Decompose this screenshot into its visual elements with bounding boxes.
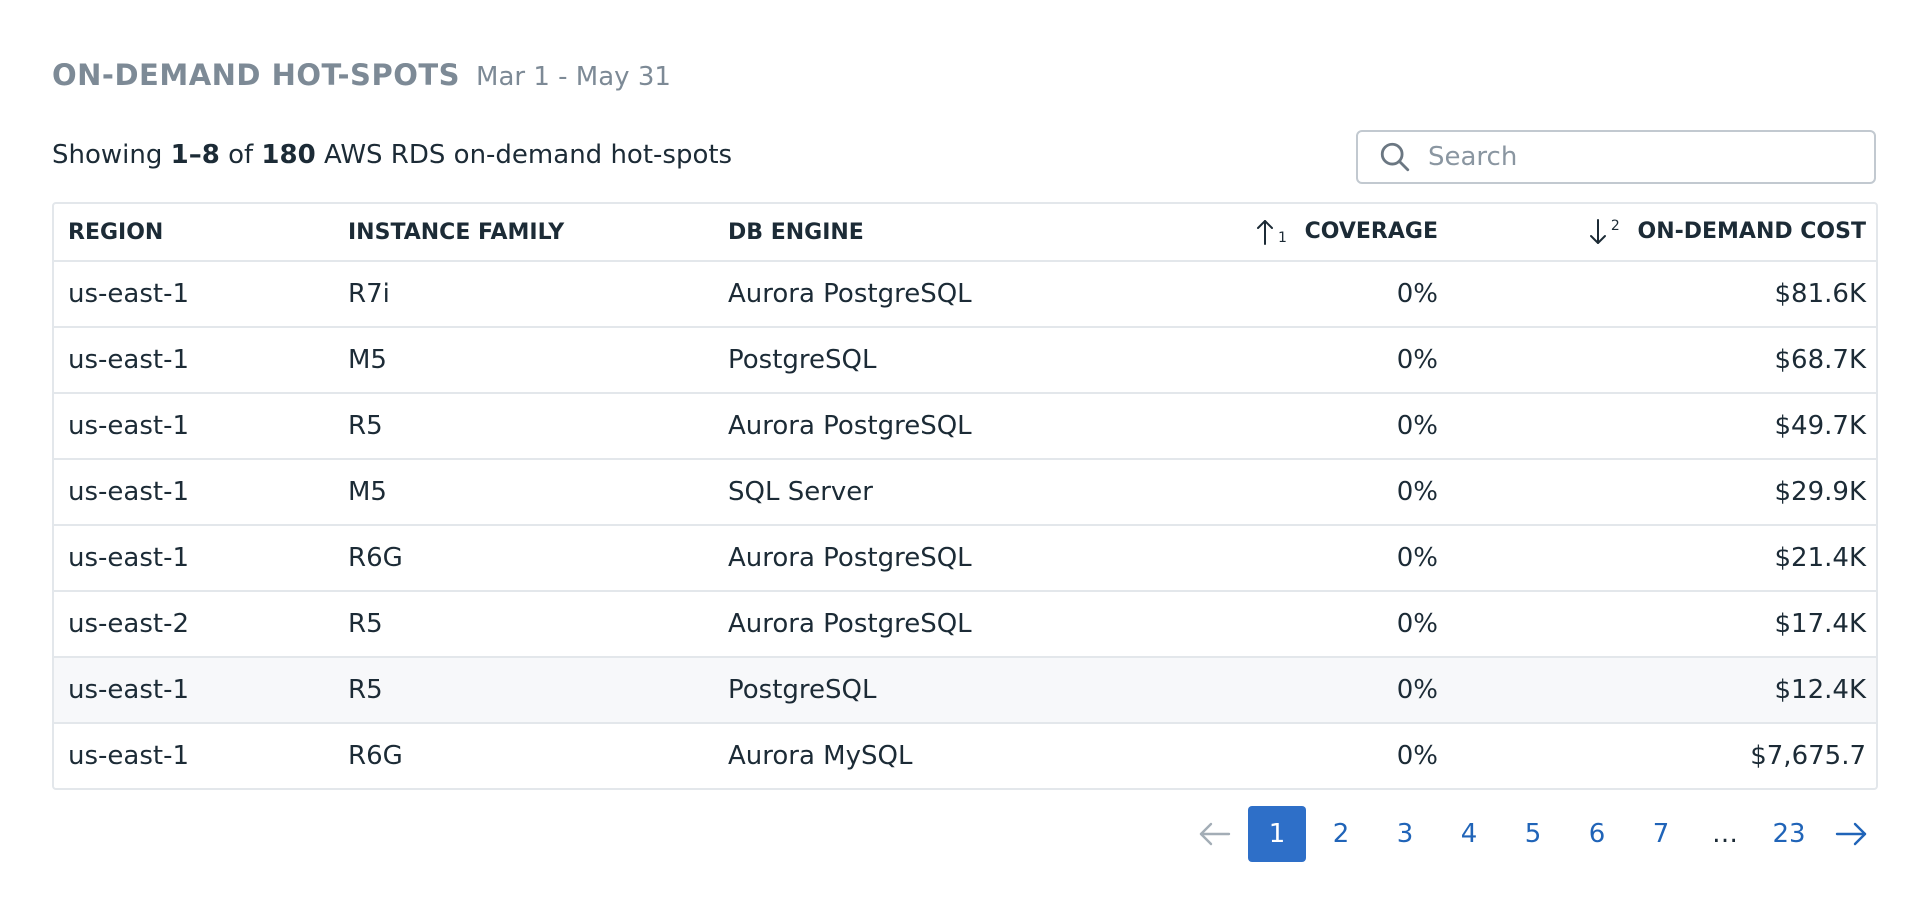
cell-region: us-east-1 bbox=[54, 261, 334, 328]
cell-region: us-east-1 bbox=[54, 657, 334, 724]
cell-region: us-east-2 bbox=[54, 591, 334, 658]
sort-order: 1 bbox=[1278, 230, 1287, 246]
page-button-1[interactable]: 1 bbox=[1248, 806, 1306, 862]
cell-instance-family: R6G bbox=[348, 741, 403, 771]
cell-coverage: 0% bbox=[1094, 657, 1452, 724]
cell-on-demand-cost: $21.4K bbox=[1452, 525, 1876, 592]
table-row[interactable]: us-east-1 M5 SQL Server 0% $29.9K bbox=[54, 459, 1876, 526]
search-icon bbox=[1380, 142, 1410, 172]
cell-on-demand-cost: $17.4K bbox=[1452, 591, 1876, 658]
cell-region: us-east-1 bbox=[54, 327, 334, 394]
cell-instance-family: R5 bbox=[334, 393, 714, 460]
column-header-coverage[interactable]: 1 COVERAGE bbox=[1094, 204, 1452, 262]
page-button-4[interactable]: 4 bbox=[1440, 806, 1498, 862]
cell-db-engine: Aurora PostgreSQL bbox=[714, 591, 1094, 658]
date-range: Mar 1 - May 31 bbox=[476, 62, 671, 92]
cell-db-engine: SQL Server bbox=[714, 459, 1094, 526]
column-label: ON-DEMAND COST bbox=[1637, 219, 1867, 244]
cell-region: us-east-1 bbox=[54, 459, 334, 526]
arrow-right-icon bbox=[1835, 822, 1867, 846]
table-row[interactable]: us-east-2 R5 Aurora PostgreSQL 0% $17.4K bbox=[54, 591, 1876, 658]
cell-coverage: 0% bbox=[1094, 393, 1452, 460]
cell-coverage: 0% bbox=[1396, 741, 1438, 771]
table-row[interactable]: us-east-1 R6G Aurora PostgreSQL 0% $21.4K bbox=[54, 525, 1876, 592]
summary-of: of bbox=[228, 140, 254, 170]
table-header-row: REGION INSTANCE FAMILY DB ENGINE 1 COVER… bbox=[54, 204, 1876, 262]
column-header-region[interactable]: REGION bbox=[54, 204, 334, 262]
cell-coverage: 0% bbox=[1094, 591, 1452, 658]
cell-on-demand-cost: $49.7K bbox=[1452, 393, 1876, 460]
page-button-6[interactable]: 6 bbox=[1568, 806, 1626, 862]
search-input[interactable] bbox=[1426, 141, 1850, 173]
cell-instance-family: R5 bbox=[334, 657, 714, 724]
sort-ascending-icon: 1 bbox=[1256, 218, 1287, 246]
cell-coverage: 0% bbox=[1094, 525, 1452, 592]
table-row[interactable]: us-east-1 R5 Aurora PostgreSQL 0% $49.7K bbox=[54, 393, 1876, 460]
page-button-7[interactable]: 7 bbox=[1632, 806, 1690, 862]
cell-region: us-east-1 bbox=[54, 525, 334, 592]
cell-instance-family: R7i bbox=[334, 261, 714, 328]
results-summary: Showing 1–8 of 180 AWS RDS on-demand hot… bbox=[52, 140, 732, 170]
column-label: INSTANCE FAMILY bbox=[348, 219, 565, 245]
page-ellipsis: … bbox=[1712, 819, 1738, 849]
cell-region: us-east-1 bbox=[68, 741, 189, 771]
column-header-instance-family[interactable]: INSTANCE FAMILY bbox=[334, 204, 714, 262]
column-label: COVERAGE bbox=[1304, 219, 1438, 244]
cell-db-engine: Aurora MySQL bbox=[728, 741, 913, 771]
cell-on-demand-cost: $7,675.7 bbox=[1750, 741, 1866, 771]
sort-descending-icon: 2 bbox=[1589, 218, 1620, 246]
cell-db-engine: Aurora PostgreSQL bbox=[714, 393, 1094, 460]
page-button-2[interactable]: 2 bbox=[1312, 806, 1370, 862]
cell-db-engine: Aurora PostgreSQL bbox=[714, 525, 1094, 592]
cell-db-engine: PostgreSQL bbox=[714, 327, 1094, 394]
cell-instance-family: M5 bbox=[334, 327, 714, 394]
cell-db-engine: PostgreSQL bbox=[714, 657, 1094, 724]
cell-instance-family: R5 bbox=[334, 591, 714, 658]
page-button-3[interactable]: 3 bbox=[1376, 806, 1434, 862]
previous-page-button[interactable] bbox=[1188, 806, 1242, 862]
summary-prefix: Showing bbox=[52, 140, 163, 170]
cell-db-engine: Aurora PostgreSQL bbox=[714, 261, 1094, 328]
table-row[interactable]: us-east-1 R6G Aurora MySQL 0% $7,675.7 bbox=[54, 723, 1876, 788]
summary-range: 1–8 bbox=[170, 140, 220, 170]
cell-coverage: 0% bbox=[1094, 261, 1452, 328]
page-button-5[interactable]: 5 bbox=[1504, 806, 1562, 862]
column-label: REGION bbox=[68, 219, 164, 245]
sort-order: 2 bbox=[1610, 218, 1620, 234]
column-label: DB ENGINE bbox=[728, 219, 864, 245]
cell-on-demand-cost: $29.9K bbox=[1452, 459, 1876, 526]
cell-instance-family: M5 bbox=[334, 459, 714, 526]
cell-on-demand-cost: $81.6K bbox=[1452, 261, 1876, 328]
table-row[interactable]: us-east-1 R7i Aurora PostgreSQL 0% $81.6K bbox=[54, 261, 1876, 328]
table-row[interactable]: us-east-1 M5 PostgreSQL 0% $68.7K bbox=[54, 327, 1876, 394]
hot-spots-table: REGION INSTANCE FAMILY DB ENGINE 1 COVER… bbox=[52, 202, 1878, 790]
column-header-db-engine[interactable]: DB ENGINE bbox=[714, 204, 1094, 262]
search-box[interactable] bbox=[1356, 130, 1876, 184]
next-page-button[interactable] bbox=[1824, 806, 1878, 862]
cell-coverage: 0% bbox=[1094, 459, 1452, 526]
cell-coverage: 0% bbox=[1094, 327, 1452, 394]
cell-on-demand-cost: $12.4K bbox=[1452, 657, 1876, 724]
summary-suffix: AWS RDS on-demand hot-spots bbox=[323, 140, 733, 170]
table-row[interactable]: us-east-1 R5 PostgreSQL 0% $12.4K bbox=[54, 657, 1876, 724]
cell-on-demand-cost: $68.7K bbox=[1452, 327, 1876, 394]
page-button-23[interactable]: 23 bbox=[1760, 806, 1818, 862]
card-header: ON-DEMAND HOT-SPOTS Mar 1 - May 31 bbox=[52, 58, 671, 92]
summary-total: 180 bbox=[261, 140, 316, 170]
arrow-left-icon bbox=[1199, 822, 1231, 846]
card-title: ON-DEMAND HOT-SPOTS bbox=[52, 58, 461, 92]
cell-instance-family: R6G bbox=[334, 525, 714, 592]
column-header-on-demand-cost[interactable]: 2 ON-DEMAND COST bbox=[1452, 204, 1876, 262]
cell-region: us-east-1 bbox=[54, 393, 334, 460]
pagination: 1 2 3 4 5 6 7… 23 bbox=[1182, 806, 1878, 862]
